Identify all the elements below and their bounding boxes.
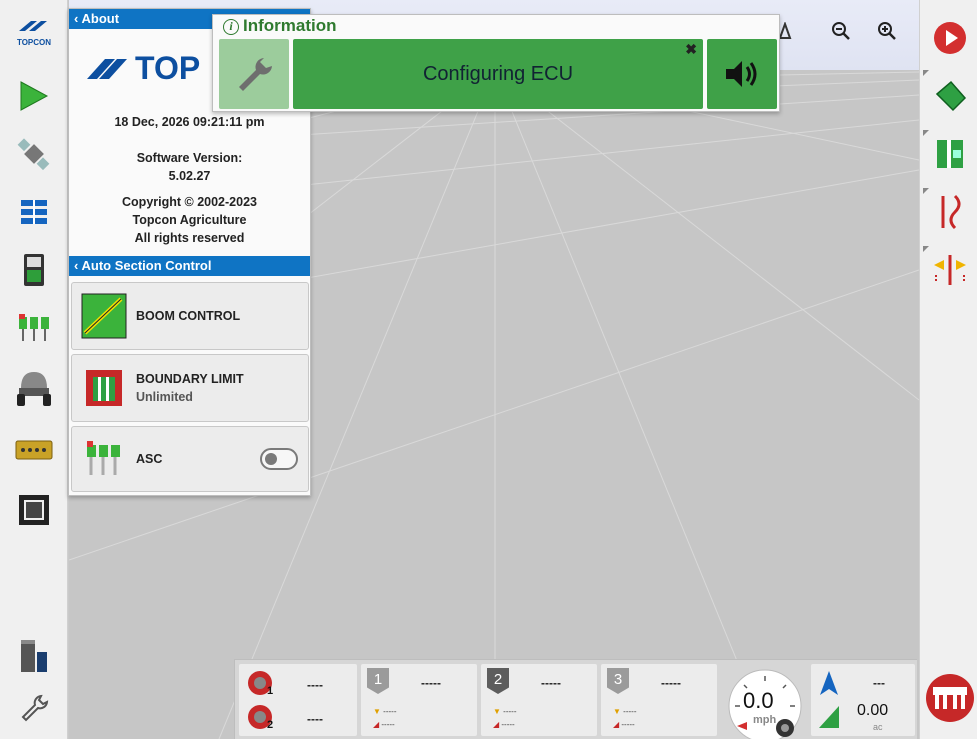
svg-text:TOP: TOP: [135, 50, 200, 86]
zoom-in-button[interactable]: [872, 16, 902, 46]
expand-tick: [923, 188, 929, 194]
svg-text:2: 2: [267, 719, 273, 730]
boundary-limit-button[interactable]: BOUNDARY LIMIT Unlimited: [71, 354, 309, 422]
about-header-label: About: [81, 11, 120, 26]
product-3-sub2: ◢ -----: [613, 720, 635, 729]
info-title: i Information: [223, 16, 337, 36]
field-boundary-icon[interactable]: [930, 76, 970, 116]
gnss-satellite-icon[interactable]: [14, 134, 54, 174]
wrench-icon: [239, 58, 272, 91]
nudge-icon[interactable]: [930, 250, 970, 290]
zoom-out-icon: [832, 22, 850, 40]
close-icon[interactable]: ✖: [685, 41, 697, 58]
boundary-limit-label: BOUNDARY LIMIT: [136, 372, 244, 386]
copyright-text: Copyright © 2002-2023: [122, 195, 257, 209]
boom-control-label: BOOM CONTROL: [136, 309, 241, 323]
product-2-value: -----: [541, 676, 561, 690]
guidance-arrow-icon[interactable]: [14, 76, 54, 116]
zoom-in-icon: [878, 22, 896, 40]
company-text: Topcon Agriculture: [132, 213, 247, 227]
area-unit: ac: [873, 722, 883, 732]
record-icon[interactable]: [930, 18, 970, 58]
chevron-left-icon: ‹: [74, 11, 79, 26]
implement-icon[interactable]: [14, 368, 54, 408]
guideline-icon[interactable]: [930, 192, 970, 232]
asc-label: ASC: [136, 452, 163, 466]
svg-text:1: 1: [267, 685, 273, 696]
svg-text:TOPCON: TOPCON: [17, 38, 51, 47]
asc-row: ASC: [71, 426, 309, 492]
software-version-value: 5.02.27: [168, 169, 211, 183]
sound-button[interactable]: [707, 39, 777, 109]
right-toolbar: [919, 0, 977, 739]
boundary-limit-value: Unlimited: [136, 390, 193, 404]
product-2-sub1: ▼ -----: [493, 707, 517, 716]
section-switches-icon[interactable]: [14, 308, 54, 348]
speaker-icon: [726, 61, 757, 87]
heading-area-panel[interactable]: --- 0.00 ac: [811, 664, 915, 736]
software-version-label: Software Version:: [136, 151, 243, 165]
wheel-2-value: ----: [307, 712, 323, 726]
console-icon[interactable]: [14, 250, 54, 290]
boom-control-button[interactable]: BOOM CONTROL: [71, 282, 309, 350]
expand-tick: [923, 70, 929, 76]
speedometer[interactable]: 0.0 mph: [725, 664, 805, 739]
harness-icon[interactable]: [14, 430, 54, 470]
product-3-sub1: ▼ -----: [613, 707, 637, 716]
wheel-1-icon: 1: [248, 671, 273, 696]
about-datetime: 18 Dec, 2026 09:21:11 pm: [114, 115, 265, 129]
bin-icon[interactable]: [14, 636, 54, 676]
product-3-badge: 3: [607, 668, 629, 694]
topcon-logo-icon[interactable]: TOPCON: [14, 14, 54, 54]
wheel-2-icon: 2: [248, 705, 273, 730]
heading-arrow-icon: [820, 671, 838, 695]
area-icon: [819, 706, 839, 728]
diagnostics-button[interactable]: [219, 39, 289, 109]
chevron-left-icon: ‹: [74, 258, 79, 273]
section-bars-icon[interactable]: [14, 192, 54, 232]
status-bar: 1 ---- 2 ---- 1 ----- ▼ ----- ◢ ----- 2 …: [234, 659, 917, 739]
wheel-counters[interactable]: 1 ---- 2 ----: [239, 664, 357, 736]
product-1-sub2: ◢ -----: [373, 720, 395, 729]
product-2-panel[interactable]: 2 ----- ▼ ----- ◢ -----: [481, 664, 597, 736]
info-icon: i: [223, 19, 239, 35]
product-3-panel[interactable]: 3 ----- ▼ ----- ◢ -----: [601, 664, 717, 736]
product-3-value: -----: [661, 676, 681, 690]
speed-value: 0.0: [743, 688, 774, 713]
expand-tick: [923, 130, 929, 136]
area-value: 0.00: [857, 702, 889, 719]
expand-tick: [923, 246, 929, 252]
asc-toggle[interactable]: [260, 448, 298, 470]
display-icon[interactable]: [14, 490, 54, 530]
heading-value: ---: [873, 676, 885, 690]
speed-unit: mph: [753, 714, 777, 726]
info-title-text: Information: [243, 16, 337, 35]
wrench-icon[interactable]: [14, 688, 54, 728]
asc-header[interactable]: ‹ Auto Section Control: [69, 256, 310, 276]
info-message-box[interactable]: Configuring ECU ✖: [293, 39, 703, 109]
left-toolbar: TOPCON: [0, 0, 68, 739]
information-dialog: i Information Configuring ECU ✖: [212, 14, 780, 112]
wheel-1-value: ----: [307, 678, 323, 692]
rights-text: All rights reserved: [134, 231, 245, 245]
headland-icon[interactable]: [930, 134, 970, 174]
product-1-value: -----: [421, 676, 441, 690]
asc-section-icon: [81, 436, 127, 482]
asc-header-label: Auto Section Control: [81, 258, 212, 273]
product-2-sub2: ◢ -----: [493, 720, 515, 729]
zoom-out-button[interactable]: [826, 16, 856, 46]
product-2-badge: 2: [487, 668, 509, 694]
product-1-sub1: ▼ -----: [373, 707, 397, 716]
product-1-badge: 1: [367, 668, 389, 694]
product-1-panel[interactable]: 1 ----- ▼ ----- ◢ -----: [361, 664, 477, 736]
boundary-limit-icon: [81, 365, 127, 411]
info-message: Configuring ECU: [422, 62, 574, 85]
implement-bar-icon[interactable]: [924, 672, 976, 724]
boom-control-icon: [81, 293, 127, 339]
